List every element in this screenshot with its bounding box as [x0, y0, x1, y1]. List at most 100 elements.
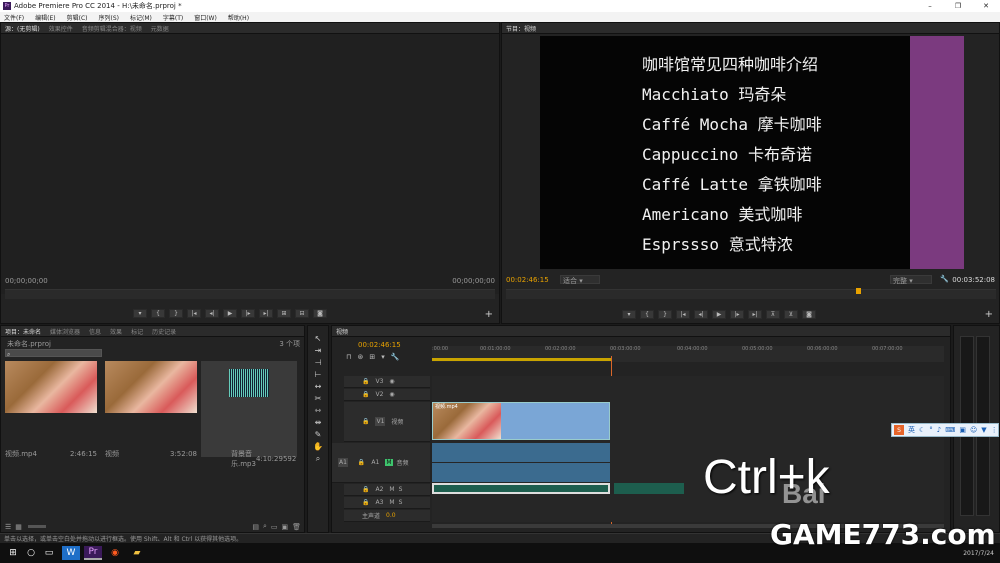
lock-icon[interactable]: 🔒 [362, 499, 369, 506]
source-a1-icon[interactable]: A1 [338, 458, 348, 467]
new-item-icon[interactable]: ▣ [281, 523, 288, 531]
marker-icon[interactable]: ▾ [381, 353, 385, 361]
snap-icon[interactable]: ⊓ [346, 353, 351, 361]
mark-in-icon[interactable]: ▾ [622, 310, 636, 319]
audio-clip-a1-top[interactable] [432, 443, 610, 462]
app-icon-orange[interactable]: ◉ [106, 546, 124, 560]
track-header-v3[interactable]: 🔒 V3 ◉ [344, 376, 430, 388]
project-search-input[interactable]: ⌕ [5, 349, 102, 358]
go-to-in-icon[interactable]: |◂ [187, 309, 201, 318]
audio-clip-a2-selected[interactable] [432, 483, 610, 494]
lock-icon[interactable]: 🔒 [362, 486, 369, 493]
ime-grid-icon[interactable]: ⋮ [991, 426, 998, 434]
lock-icon[interactable]: 🔒 [362, 418, 369, 425]
timeline-timecode[interactable]: 00:02:46:15 [358, 341, 401, 349]
tab-info[interactable]: 信息 [89, 327, 101, 336]
rate-stretch-tool-icon[interactable]: ↔ [315, 382, 322, 391]
ime-user-icon[interactable]: ☺ [970, 426, 977, 434]
solo-icon[interactable]: S [399, 486, 403, 493]
tab-program[interactable]: 节目：视频 [506, 24, 536, 33]
pen-tool-icon[interactable]: ✎ [315, 430, 322, 439]
app-icon-blue[interactable]: W [62, 546, 80, 560]
add-button-icon[interactable]: + [985, 309, 993, 320]
track-header-a2[interactable]: 🔒 A2 M S [344, 484, 430, 496]
maximize-button[interactable]: ❐ [944, 2, 972, 10]
lock-icon[interactable]: 🔒 [358, 459, 365, 466]
trash-icon[interactable]: 🗑 [292, 523, 301, 531]
linked-selection-icon[interactable]: ⊛ [357, 353, 363, 361]
lock-icon[interactable]: 🔒 [362, 378, 369, 385]
ime-punct-icon[interactable]: ° [929, 426, 933, 434]
step-forward-icon[interactable]: |▸ [241, 309, 255, 318]
menu-title[interactable]: 字幕(T) [163, 13, 183, 22]
go-to-out-icon[interactable]: ▸| [748, 310, 762, 319]
lift-icon[interactable]: ⊼ [766, 310, 780, 319]
icon-view-icon[interactable]: ▦ [15, 523, 22, 531]
menu-sequence[interactable]: 序列(S) [99, 13, 120, 22]
lock-icon[interactable]: 🔒 [362, 391, 369, 398]
zoom-slider[interactable] [27, 525, 46, 528]
slip-tool-icon[interactable]: ⇿ [315, 406, 322, 415]
tab-audio-mixer[interactable]: 音频剪辑混合器：视频 [82, 24, 142, 33]
project-item[interactable]: 视频.mp4 2:46:15 [5, 361, 101, 458]
track-select-tool-icon[interactable]: ⇥ [315, 346, 322, 355]
bracket-in-icon[interactable]: { [640, 310, 654, 319]
play-icon[interactable]: ▶ [223, 309, 237, 318]
mute-icon[interactable]: M [389, 499, 394, 506]
insert-icon[interactable]: ⊞ [277, 309, 291, 318]
camera-icon[interactable]: ◙ [802, 310, 816, 319]
bracket-out-icon[interactable]: } [169, 309, 183, 318]
premiere-taskbar-icon[interactable]: Pr [84, 546, 102, 560]
tab-effects[interactable]: 效果 [110, 327, 122, 336]
step-back-icon[interactable]: ◂| [694, 310, 708, 319]
eye-icon[interactable]: ◉ [389, 391, 394, 398]
ripple-edit-tool-icon[interactable]: ⊣ [315, 358, 322, 367]
work-area-bar[interactable] [432, 358, 612, 361]
ime-language-label[interactable]: 英 [908, 425, 915, 435]
fit-dropdown[interactable]: 适合 ▾ [560, 275, 600, 285]
slide-tool-icon[interactable]: ⇹ [315, 418, 322, 427]
step-back-icon[interactable]: ◂| [205, 309, 219, 318]
tab-history[interactable]: 历史记录 [152, 327, 176, 336]
menu-help[interactable]: 帮助(H) [228, 13, 249, 22]
go-to-out-icon[interactable]: ▸| [259, 309, 273, 318]
step-forward-icon[interactable]: |▸ [730, 310, 744, 319]
play-icon[interactable]: ▶ [712, 310, 726, 319]
task-view-icon[interactable]: ▭ [40, 546, 58, 560]
menu-edit[interactable]: 编辑(E) [35, 13, 55, 22]
automate-icon[interactable]: ▤ [252, 523, 259, 531]
minimize-button[interactable]: – [916, 2, 944, 10]
track-header-a3[interactable]: 🔒 A3 M S [344, 497, 430, 509]
tab-markers[interactable]: 标记 [131, 327, 143, 336]
add-button-icon[interactable]: + [485, 309, 493, 320]
audio-clip-a1-bottom[interactable] [432, 463, 610, 482]
file-explorer-icon[interactable]: ▰ [128, 546, 146, 560]
windows-start-icon[interactable]: ⊞ [4, 546, 22, 560]
wrench-icon[interactable]: 🔧 [940, 275, 949, 283]
list-view-icon[interactable]: ☰ [5, 523, 11, 531]
search-icon[interactable]: ○ [22, 546, 40, 560]
video-clip[interactable]: 视频.mp4 [432, 402, 610, 440]
program-timecode-left[interactable]: 00:02:46:15 [506, 276, 549, 284]
time-ruler[interactable]: :00:00 00:01:00:00 00:02:00:00 00:03:00:… [432, 346, 944, 362]
track-header-a1[interactable]: A1 🔒 A1 M 音频 [332, 443, 430, 483]
mark-in-icon[interactable]: ▾ [133, 309, 147, 318]
selection-tool-icon[interactable]: ↖ [315, 334, 322, 343]
program-scrubber[interactable] [506, 288, 996, 299]
razor-tool-icon[interactable]: ✂ [315, 394, 322, 403]
track-header-v2[interactable]: 🔒 V2 ◉ [344, 389, 430, 401]
menu-marker[interactable]: 标记(M) [130, 13, 152, 22]
new-bin-icon[interactable]: ▭ [271, 523, 278, 531]
tab-effect-controls[interactable]: 效果控件 [49, 24, 73, 33]
export-frame-icon[interactable]: ◙ [313, 309, 327, 318]
ime-moon-icon[interactable]: ☾ [919, 426, 925, 434]
tab-metadata[interactable]: 元数据 [151, 24, 169, 33]
project-item[interactable]: 背景音乐.mp3 4:10:29592 [201, 361, 297, 468]
master-value[interactable]: 0.0 [386, 512, 396, 519]
project-item[interactable]: 视频 3:52:08 [105, 361, 201, 458]
track-header-v1[interactable]: 🔒 V1 视频 [344, 402, 430, 442]
solo-icon[interactable]: S [399, 499, 403, 506]
tab-media-browser[interactable]: 媒体浏览器 [50, 327, 80, 336]
ime-mic-icon[interactable]: ♪ [937, 426, 941, 434]
menu-clip[interactable]: 剪辑(C) [67, 13, 88, 22]
